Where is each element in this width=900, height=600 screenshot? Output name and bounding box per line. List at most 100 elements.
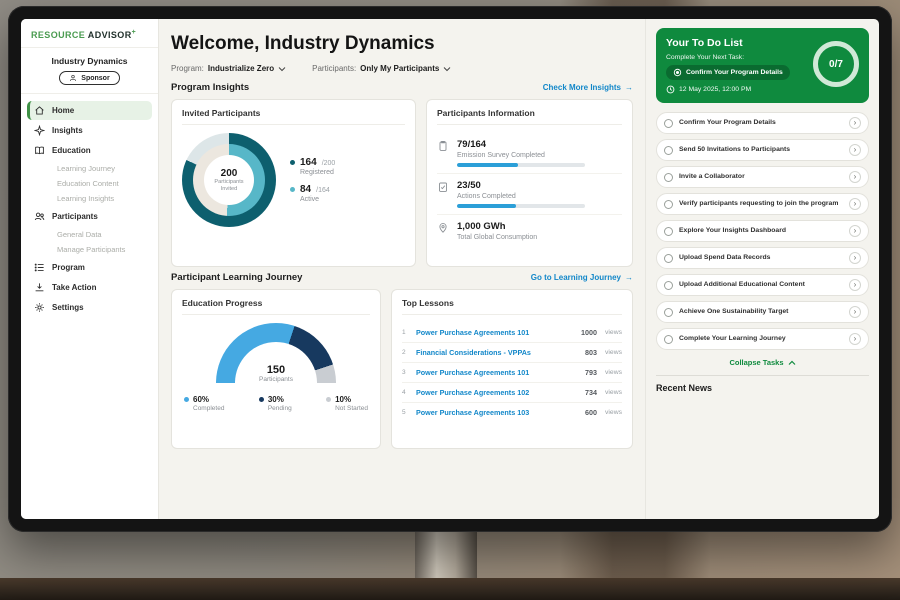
sidebar-item-education-content[interactable]: Education Content <box>27 176 152 191</box>
next-task-pill[interactable]: Confirm Your Program Details <box>666 65 790 80</box>
lesson-link[interactable]: Power Purchase Agreements 101 <box>416 368 579 377</box>
lesson-views-suffix: views <box>605 369 622 376</box>
link-label: Go to Learning Journey <box>531 273 621 282</box>
checkbox-icon[interactable] <box>664 200 673 209</box>
task-invite-collaborator[interactable]: Invite a Collaborator › <box>656 166 869 188</box>
checkbox-icon[interactable] <box>664 227 673 236</box>
lesson-views-suffix: views <box>605 329 622 336</box>
home-icon <box>34 105 45 116</box>
checkbox-icon[interactable] <box>664 308 673 317</box>
lesson-link[interactable]: Power Purchase Agreements 102 <box>416 388 579 397</box>
sidebar-item-general-data[interactable]: General Data <box>27 227 152 242</box>
stat-value: 79/164 <box>457 139 585 150</box>
chevron-right-icon[interactable]: › <box>849 306 861 318</box>
checkbox-icon[interactable] <box>664 254 673 263</box>
invited-legend: 164 /200 Registered 84 /164 Active <box>290 149 335 211</box>
checkbox-icon[interactable] <box>664 173 673 182</box>
progress-bar <box>457 204 585 208</box>
go-to-learning-journey-link[interactable]: Go to Learning Journey → <box>531 273 633 282</box>
gauge-legend: 60% Completed 30% Pending 10% Not Starte… <box>182 395 370 412</box>
todo-progress-count: 0/7 <box>829 59 843 70</box>
chevron-right-icon[interactable]: › <box>849 171 861 183</box>
participants-dropdown[interactable]: Participants: Only My Participants <box>312 64 451 73</box>
recent-news-header: Recent News <box>656 375 869 393</box>
task-label: Explore Your Insights Dashboard <box>679 227 843 236</box>
stat-value: 23/50 <box>457 180 585 191</box>
survey-icon <box>437 140 449 152</box>
logo-plus: + <box>132 29 137 36</box>
logo-resource: RESOURCE <box>31 30 85 40</box>
task-upload-spend-data[interactable]: Upload Spend Data Records › <box>656 247 869 269</box>
task-confirm-program[interactable]: Confirm Your Program Details › <box>656 112 869 134</box>
progress-fill <box>457 204 516 208</box>
sparkle-icon <box>34 125 45 136</box>
legend-pct: 30% <box>268 395 284 404</box>
sidebar-item-take-action[interactable]: Take Action <box>27 278 152 297</box>
legend-dot <box>259 397 264 402</box>
lesson-rank: 2 <box>402 349 410 356</box>
insights-cards-row: Invited Participants 200 Participants In… <box>171 99 633 267</box>
checkbox-icon[interactable] <box>664 335 673 344</box>
sidebar-item-insights[interactable]: Insights <box>27 121 152 140</box>
stat-label: Emission Survey Completed <box>457 152 585 159</box>
task-send-invitations[interactable]: Send 50 Invitations to Participants › <box>656 139 869 161</box>
desk <box>0 578 900 600</box>
donut-center-value: 200 <box>221 168 238 179</box>
chevron-right-icon[interactable]: › <box>849 144 861 156</box>
sidebar-item-learning-insights[interactable]: Learning Insights <box>27 191 152 206</box>
gear-icon <box>34 302 45 313</box>
task-upload-educational-content[interactable]: Upload Additional Educational Content › <box>656 274 869 296</box>
program-dropdown[interactable]: Program: Industrialize Zero <box>171 64 286 73</box>
sidebar-item-manage-participants[interactable]: Manage Participants <box>27 242 152 257</box>
task-complete-learning-journey[interactable]: Complete Your Learning Journey › <box>656 328 869 350</box>
legend-value: 164 <box>300 157 317 168</box>
checkbox-icon[interactable] <box>664 119 673 128</box>
people-icon <box>34 211 45 222</box>
chevron-right-icon[interactable]: › <box>849 252 861 264</box>
person-icon <box>69 74 77 82</box>
chevron-up-icon <box>788 360 796 366</box>
dashboard-screen: RESOURCE ADVISOR+ Industry Dynamics Spon… <box>21 19 879 519</box>
task-label: Achieve One Sustainability Target <box>679 308 843 317</box>
progress-bar <box>457 163 585 167</box>
chevron-right-icon[interactable]: › <box>849 333 861 345</box>
sponsor-badge[interactable]: Sponsor <box>59 71 119 85</box>
donut-center-label: Participants Invited <box>209 179 249 192</box>
chevron-right-icon[interactable]: › <box>849 279 861 291</box>
collapse-tasks-button[interactable]: Collapse Tasks <box>656 358 869 367</box>
chevron-right-icon[interactable]: › <box>849 225 861 237</box>
task-achieve-sustainability-target[interactable]: Achieve One Sustainability Target › <box>656 301 869 323</box>
actions-icon <box>437 181 449 193</box>
checkbox-icon[interactable] <box>664 146 673 155</box>
gauge-value: 150 <box>216 364 336 376</box>
stat-consumption: 1,000 GWh Total Global Consumption <box>437 215 622 251</box>
sidebar-item-education[interactable]: Education <box>27 141 152 160</box>
chevron-down-icon <box>443 66 451 72</box>
chevron-right-icon[interactable]: › <box>849 117 861 129</box>
lesson-views: 734 <box>585 388 597 397</box>
learning-cards-row: Education Progress 150 Participants 60% … <box>171 289 633 449</box>
sidebar-item-settings[interactable]: Settings <box>27 298 152 317</box>
legend-value: 84 <box>300 184 311 195</box>
chevron-right-icon[interactable]: › <box>849 198 861 210</box>
lesson-link[interactable]: Power Purchase Agreements 103 <box>416 408 579 417</box>
sidebar-item-program[interactable]: Program <box>27 258 152 277</box>
checkbox-icon[interactable] <box>664 281 673 290</box>
lesson-link[interactable]: Financial Considerations - VPPAs <box>416 348 579 357</box>
lesson-row: 3 Power Purchase Agreements 101 793 view… <box>402 363 622 383</box>
lesson-rank: 3 <box>402 369 410 376</box>
sidebar-item-participants[interactable]: Participants <box>27 207 152 226</box>
legend-dot <box>290 160 295 165</box>
sponsor-label: Sponsor <box>81 75 109 82</box>
task-explore-insights[interactable]: Explore Your Insights Dashboard › <box>656 220 869 242</box>
task-label: Upload Spend Data Records <box>679 254 843 263</box>
lesson-link[interactable]: Power Purchase Agreements 101 <box>416 328 575 337</box>
sidebar-item-learning-journey[interactable]: Learning Journey <box>27 161 152 176</box>
legend-total: /164 <box>316 187 330 194</box>
stat-label: Total Global Consumption <box>457 234 537 241</box>
task-verify-participants[interactable]: Verify participants requesting to join t… <box>656 193 869 215</box>
check-more-insights-link[interactable]: Check More Insights → <box>543 83 633 92</box>
participants-value: Only My Participants <box>360 64 439 73</box>
sidebar-item-home[interactable]: Home <box>27 101 152 120</box>
invited-participants-card: Invited Participants 200 Participants In… <box>171 99 416 267</box>
